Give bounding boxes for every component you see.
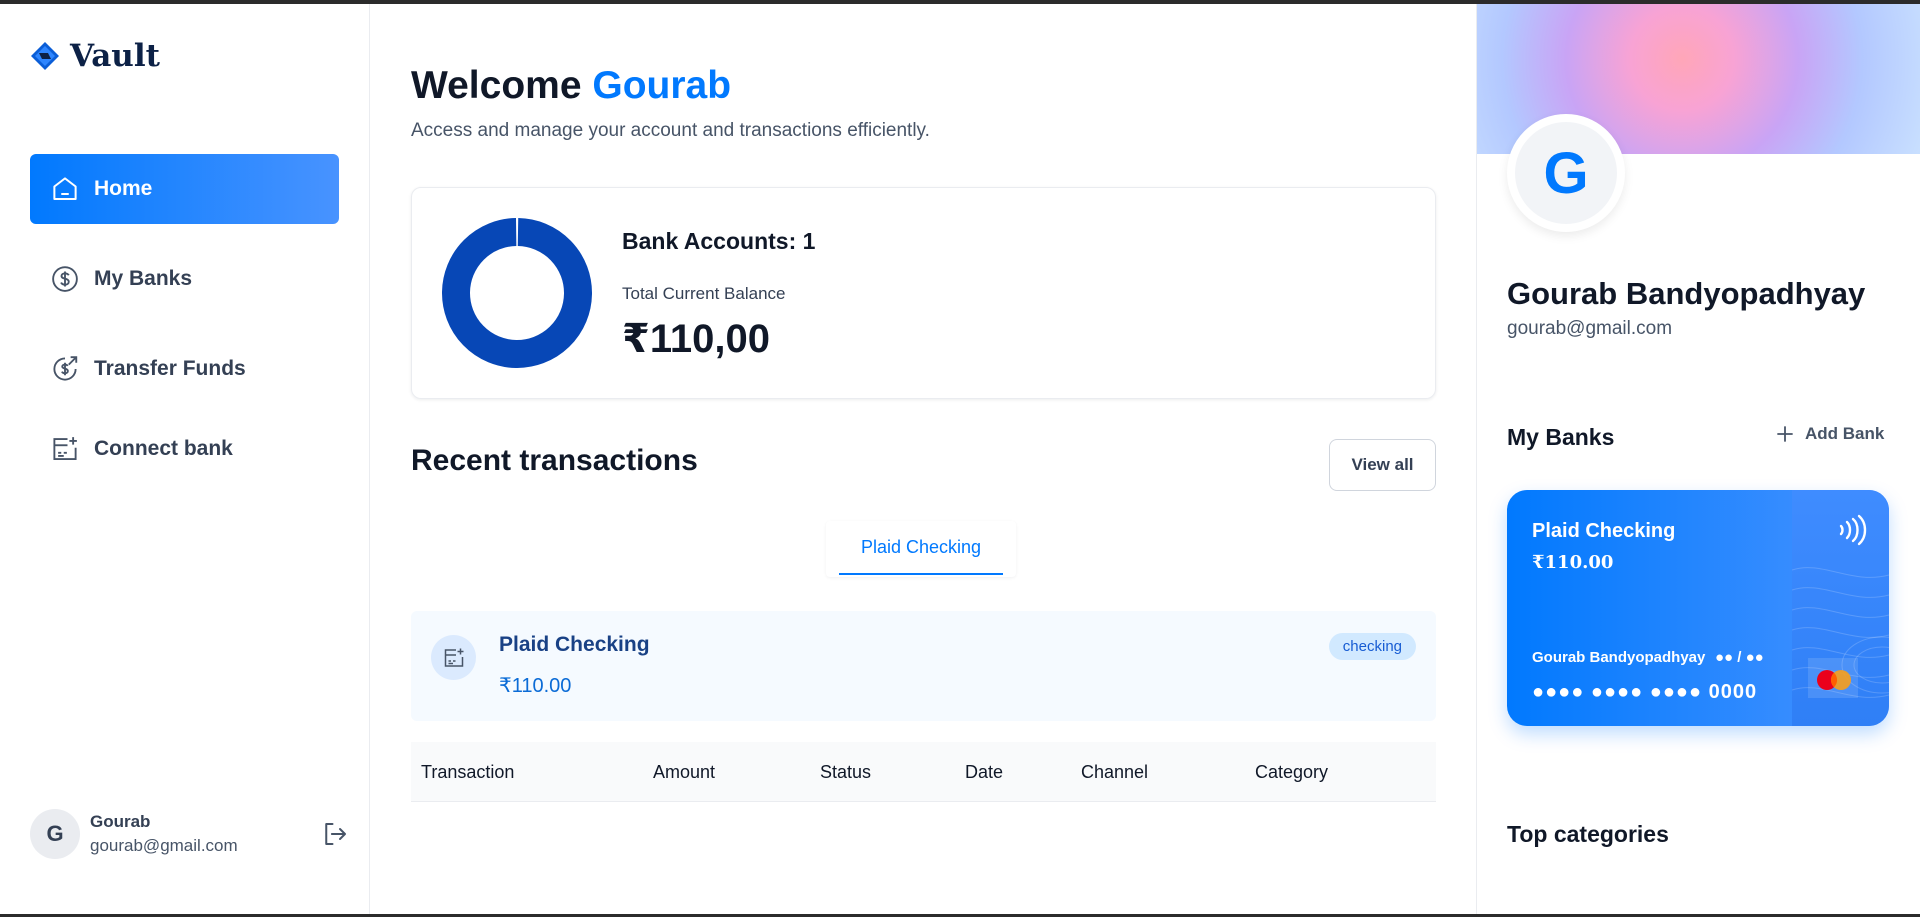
sidebar-item-label: Transfer Funds	[94, 357, 246, 380]
mastercard-icon	[1817, 670, 1851, 690]
vault-logo-icon	[31, 42, 59, 70]
sidebar-item-connect-bank[interactable]: Connect bank	[30, 414, 339, 484]
donut-slice-plaid-checking	[442, 218, 592, 368]
sidebar-item-label: Connect bank	[94, 437, 233, 460]
column-header-amount[interactable]: Amount	[653, 762, 715, 783]
total-balance-value: ₹110,00	[622, 317, 770, 361]
page-title: Welcome Gourab	[411, 64, 731, 108]
welcome-user-name: Gourab	[592, 64, 732, 107]
recent-transactions-title: Recent transactions	[411, 444, 698, 477]
view-all-button[interactable]: View all	[1329, 439, 1436, 491]
balance-donut-chart	[442, 218, 592, 368]
right-sidebar: G Gourab Bandyopadhyay gourab@gmail.com …	[1476, 4, 1920, 914]
profile-avatar[interactable]: G	[1507, 114, 1625, 232]
plus-icon	[1777, 426, 1793, 442]
app-logo[interactable]: Vault	[30, 38, 160, 74]
sidebar-item-transfer-funds[interactable]: Transfer Funds	[30, 334, 339, 404]
contactless-icon	[1839, 514, 1867, 546]
column-header-channel[interactable]: Channel	[1081, 762, 1148, 783]
bank-tabs: Plaid Checking	[826, 521, 1016, 577]
bank-info-row[interactable]: Plaid Checking ₹110.00 checking	[411, 611, 1436, 721]
card-holder-name: Gourab Bandyopadhyay	[1532, 649, 1706, 666]
total-balance-card: Bank Accounts: 1 Total Current Balance ₹…	[411, 187, 1436, 399]
logout-icon[interactable]	[320, 819, 350, 849]
add-bank-label: Add Bank	[1805, 424, 1885, 443]
connect-bank-icon	[53, 437, 77, 460]
card-side-panel	[1791, 490, 1889, 726]
welcome-text: Welcome	[411, 64, 582, 107]
card-number: ●●●● ●●●● ●●●● 0000	[1532, 681, 1758, 703]
bank-icon-circle	[431, 635, 476, 680]
bank-accounts-count: Bank Accounts: 1	[622, 228, 816, 254]
my-banks-title: My Banks	[1507, 424, 1615, 450]
sidebar: Vault Home My Banks Transfer Funds Conne…	[0, 4, 370, 914]
main-content: Welcome Gourab Access and manage your ac…	[371, 4, 1476, 914]
user-name: Gourab	[90, 812, 151, 831]
bank-name: Plaid Checking	[499, 633, 650, 656]
profile-name: Gourab Bandyopadhyay	[1507, 276, 1866, 311]
dollar-circle-icon	[52, 266, 78, 292]
home-icon	[53, 177, 77, 200]
column-header-transaction[interactable]: Transaction	[421, 762, 514, 783]
sidebar-item-my-banks[interactable]: My Banks	[30, 244, 339, 314]
avatar[interactable]: G	[30, 809, 80, 859]
total-balance-label: Total Current Balance	[622, 284, 786, 303]
sidebar-item-label: My Banks	[94, 267, 193, 290]
card-balance: ₹110.00	[1532, 552, 1614, 573]
bank-card[interactable]: Plaid Checking ₹110.00 Gourab Bandyopadh…	[1507, 490, 1889, 726]
column-header-category[interactable]: Category	[1255, 762, 1328, 783]
account-type-badge: checking	[1328, 633, 1416, 660]
user-email: gourab@gmail.com	[90, 836, 238, 855]
sidebar-item-home[interactable]: Home	[30, 154, 339, 224]
top-categories-title: Top categories	[1507, 821, 1669, 847]
add-bank-button[interactable]: Add Bank	[1775, 424, 1884, 444]
connect-bank-icon	[444, 648, 463, 667]
column-header-status[interactable]: Status	[820, 762, 871, 783]
bank-balance: ₹110.00	[499, 675, 572, 697]
app-name: Vault	[70, 38, 160, 74]
card-expiry: ●● / ●●	[1715, 649, 1764, 666]
tab-plaid-checking[interactable]: Plaid Checking	[839, 521, 1003, 575]
card-bank-name: Plaid Checking	[1532, 520, 1676, 542]
sidebar-item-label: Home	[94, 177, 153, 200]
page-subtitle: Access and manage your account and trans…	[411, 120, 930, 141]
sidebar-user-footer: G Gourab gourab@gmail.com	[30, 804, 350, 864]
transactions-table-header: Transaction Amount Status Date Channel C…	[411, 742, 1436, 802]
profile-email: gourab@gmail.com	[1507, 318, 1673, 339]
column-header-date[interactable]: Date	[965, 762, 1003, 783]
transfer-icon	[53, 356, 78, 381]
